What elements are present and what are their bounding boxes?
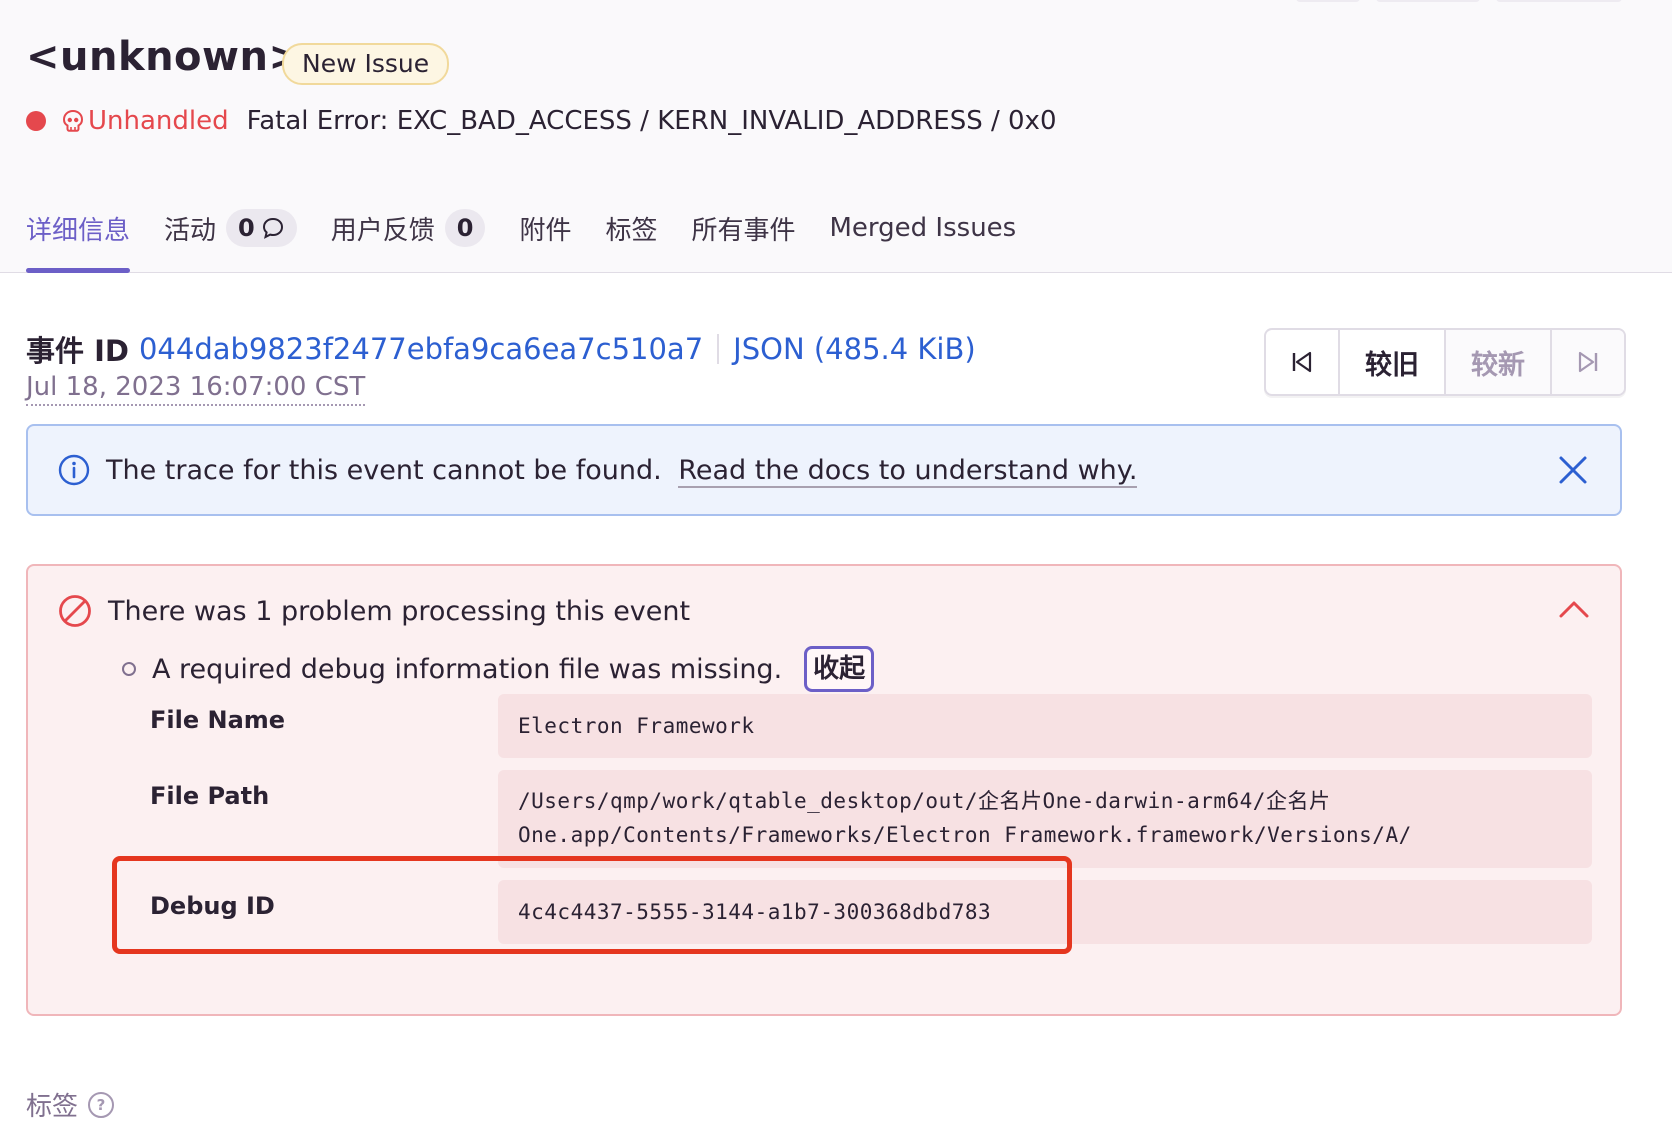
divider xyxy=(717,334,720,364)
tab-activity[interactable]: 活动 0 xyxy=(164,205,297,251)
file-path-label: File Path xyxy=(150,782,270,810)
tab-details[interactable]: 详细信息 xyxy=(26,205,131,273)
comment-icon xyxy=(261,216,285,240)
skip-first-icon xyxy=(1289,349,1315,375)
processing-error-alert: There was 1 problem processing this even… xyxy=(26,564,1622,1016)
problem-item: A required debug information file was mi… xyxy=(122,646,875,692)
older-event-button[interactable]: 较旧 xyxy=(1340,330,1446,394)
close-icon[interactable] xyxy=(1556,453,1590,487)
collapse-button[interactable]: 收起 xyxy=(804,646,875,692)
prohibited-icon xyxy=(58,594,92,628)
file-path-value: /Users/qmp/work/qtable_desktop/out/企名片On… xyxy=(498,770,1592,868)
chevron-up-icon[interactable] xyxy=(1558,598,1590,620)
top-bar-button[interactable] xyxy=(1496,0,1622,2)
issue-meta: Unhandled Fatal Error: EXC_BAD_ACCESS / … xyxy=(26,103,1057,139)
info-icon xyxy=(58,454,90,486)
file-name-value: Electron Framework xyxy=(498,694,1592,758)
tab-attachments[interactable]: 附件 xyxy=(519,205,571,251)
issue-title: <unknown> xyxy=(26,34,303,80)
first-event-button[interactable] xyxy=(1266,330,1340,394)
bullet xyxy=(122,662,136,676)
trace-info-alert: The trace for this event cannot be found… xyxy=(26,424,1622,516)
tab-user-feedback[interactable]: 用户反馈 0 xyxy=(331,205,486,251)
newer-event-button[interactable]: 较新 xyxy=(1446,330,1552,394)
json-link[interactable]: JSON (485.4 KiB) xyxy=(733,332,976,366)
file-name-label: File Name xyxy=(150,706,286,734)
issue-tabs: 详细信息 活动 0 用户反馈 0 附件 标签 所有事件 Merged Issue… xyxy=(26,205,1050,273)
read-docs-link[interactable]: Read the docs to understand why. xyxy=(678,454,1138,488)
level-dot xyxy=(26,111,46,131)
tab-all-events[interactable]: 所有事件 xyxy=(691,205,795,251)
last-event-button[interactable] xyxy=(1552,330,1624,394)
tab-tags[interactable]: 标签 xyxy=(605,205,657,251)
top-bar-button[interactable] xyxy=(1376,0,1480,2)
event-navigation: 较旧 较新 xyxy=(1264,328,1626,396)
error-message: Fatal Error: EXC_BAD_ACCESS / KERN_INVAL… xyxy=(246,106,1057,136)
event-timestamp[interactable]: Jul 18, 2023 16:07:00 CST xyxy=(26,370,366,406)
problem-heading: There was 1 problem processing this even… xyxy=(58,594,690,628)
tab-merged-issues[interactable]: Merged Issues xyxy=(830,205,1017,251)
new-issue-badge: New Issue xyxy=(282,43,450,85)
top-bar-button[interactable] xyxy=(1296,0,1360,2)
event-id-label: 事件 ID xyxy=(26,334,129,368)
skip-last-icon xyxy=(1575,349,1601,375)
debug-id-value: 4c4c4437-5555-3144-a1b7-300368dbd783 xyxy=(498,880,1592,944)
feedback-count-badge: 0 xyxy=(444,209,486,247)
trace-alert-text: The trace for this event cannot be found… xyxy=(106,454,1138,488)
issue-header: <unknown> New Issue Unhandled Fatal Erro… xyxy=(0,0,1672,273)
event-id-link[interactable]: 044dab9823f2477ebfa9ca6ea7c510a7 xyxy=(139,332,703,366)
event-id-row: 事件 ID 044dab9823f2477ebfa9ca6ea7c510a7 J… xyxy=(26,328,976,370)
debug-id-label: Debug ID xyxy=(150,892,275,920)
help-icon[interactable]: ? xyxy=(88,1091,115,1118)
unhandled-label: Unhandled xyxy=(88,106,229,136)
activity-count-badge: 0 xyxy=(226,209,297,247)
tags-section-heading: 标签 ? xyxy=(26,1086,115,1123)
skull-icon xyxy=(62,109,84,133)
